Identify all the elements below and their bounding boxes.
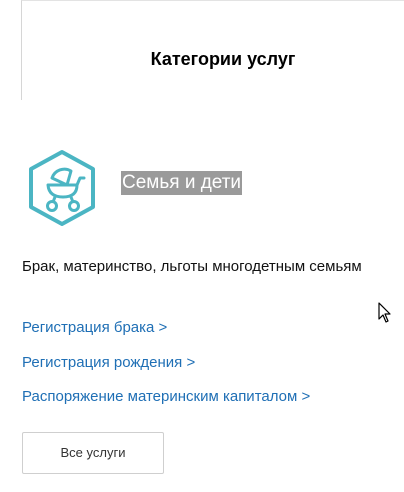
header-panel: Категории услуг — [21, 0, 404, 100]
mouse-pointer-icon — [378, 302, 392, 324]
page-title: Категории услуг — [150, 49, 296, 69]
baby-carriage-icon[interactable] — [22, 148, 102, 228]
link-marriage-registration[interactable]: Регистрация брака > — [22, 319, 167, 336]
link-birth-registration[interactable]: Регистрация рождения > — [22, 354, 195, 371]
all-services-button[interactable]: Все услуги — [22, 432, 164, 474]
category-description: Брак, материнство, льготы многодетным се… — [22, 258, 362, 275]
category-title[interactable]: Семья и дети — [121, 171, 243, 195]
services-page: Категории услуг Семья и дети Брак, матер… — [0, 0, 404, 492]
link-maternity-capital[interactable]: Распоряжение материнским капиталом > — [22, 388, 310, 405]
